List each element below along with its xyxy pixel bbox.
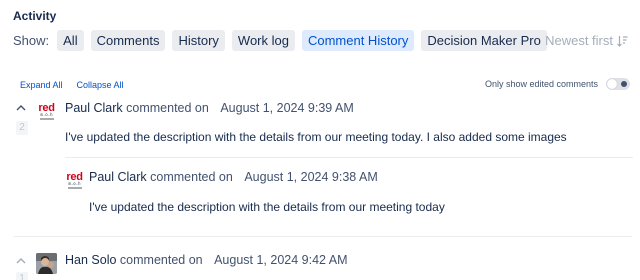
avatar: red m.o.h	[64, 172, 85, 189]
history-meta: Paul Clark commented on August 1, 2024 9…	[89, 170, 378, 184]
history-body: I've updated the description with the de…	[89, 200, 445, 214]
avatar-logo-subtext: m.o.h	[68, 181, 81, 186]
chevron-up-icon[interactable]	[16, 257, 26, 265]
comment-body: I've updated the description with the de…	[65, 130, 567, 144]
edited-comments-filter: Only show edited comments	[485, 78, 630, 90]
toggle-indicator	[621, 81, 627, 87]
comment-meta: Paul Clark commented on August 1, 2024 9…	[65, 101, 354, 115]
filter-all[interactable]: All	[57, 30, 84, 51]
edited-toggle-label: Only show edited comments	[484, 79, 598, 89]
comment-author[interactable]: Paul Clark	[65, 101, 123, 115]
comment-date[interactable]: August 1, 2024 9:39 AM	[220, 101, 353, 115]
history-date[interactable]: August 1, 2024 9:38 AM	[244, 170, 377, 184]
comment-verb: commented on	[119, 253, 203, 267]
activity-filter-bar: Show: All Comments History Work log Comm…	[13, 30, 554, 51]
toggle-knob	[607, 79, 617, 89]
divider	[65, 157, 633, 158]
filter-decision-maker-pro[interactable]: Decision Maker Pro	[421, 30, 547, 51]
expand-all-link[interactable]: Expand All	[20, 80, 63, 90]
history-count-badge: 1	[16, 272, 28, 280]
avatar: red m.o.h	[36, 103, 57, 120]
history-count-badge: 2	[16, 121, 28, 135]
sort-descending-icon	[617, 35, 628, 47]
chevron-up-icon[interactable]	[16, 104, 26, 112]
sort-label: Newest first	[545, 33, 613, 48]
history-verb: commented on	[150, 170, 233, 184]
filter-work-log[interactable]: Work log	[231, 30, 295, 51]
show-label: Show:	[13, 33, 50, 48]
comment-author[interactable]: Han Solo	[65, 253, 116, 267]
collapse-all-link[interactable]: Collapse All	[77, 80, 124, 90]
history-author[interactable]: Paul Clark	[89, 170, 147, 184]
expand-collapse-controls: Expand All Collapse All	[20, 80, 138, 90]
avatar-logo-line	[67, 187, 82, 189]
user-photo-icon	[36, 253, 57, 274]
avatar-logo-line	[39, 118, 54, 120]
comment-date[interactable]: August 1, 2024 9:42 AM	[214, 253, 347, 267]
filter-comments[interactable]: Comments	[90, 30, 166, 51]
avatar-logo-subtext: m.o.h	[40, 112, 53, 117]
activity-title: Activity	[13, 9, 57, 23]
edited-comments-toggle[interactable]	[606, 78, 630, 90]
avatar	[36, 253, 57, 274]
comment-verb: commented on	[126, 101, 209, 115]
sort-order-button[interactable]: Newest first	[545, 30, 628, 51]
filter-history[interactable]: History	[172, 30, 225, 51]
filter-comment-history[interactable]: Comment History	[301, 30, 415, 51]
divider	[14, 236, 632, 237]
comment-meta: Han Solo commented on August 1, 2024 9:4…	[65, 253, 348, 267]
